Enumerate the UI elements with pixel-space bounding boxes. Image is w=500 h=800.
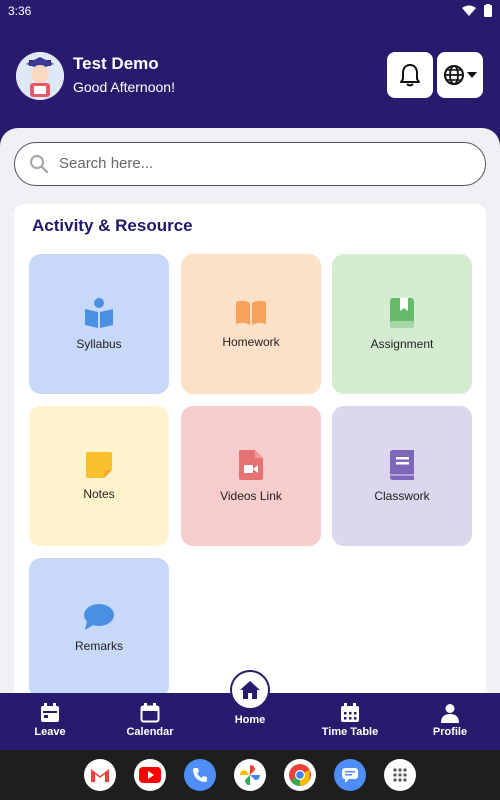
tile-label: Notes [83,487,115,501]
chrome-icon[interactable] [284,759,316,791]
photos-icon[interactable] [234,759,266,791]
open-book-icon [236,300,266,325]
tile-label: Syllabus [76,337,122,351]
reading-book-icon [85,298,113,328]
book-icon [390,450,414,480]
messages-icon[interactable] [334,759,366,791]
app-header: Test Demo Good Afternoon! [0,22,500,132]
section-title: Activity & Resource [32,216,193,235]
nav-label: Profile [432,726,468,738]
search-icon [29,154,49,174]
nav-home-label: Home [234,714,266,726]
calendar-icon [140,703,160,723]
nav-profile[interactable]: Profile [410,703,490,738]
tile-label: Remarks [74,639,123,653]
video-file-icon [239,450,263,480]
nav-label: Calendar [126,726,174,738]
user-name: Test Demo [73,54,159,73]
nav-timetable[interactable]: Time Table [310,703,390,738]
youtube-icon[interactable] [134,759,166,791]
sticky-note-icon [86,452,112,478]
chevron-down-icon [467,72,477,78]
tile-homework[interactable]: Homework [181,254,321,394]
nav-label: Time Table [321,726,379,738]
search-bar[interactable] [14,142,486,186]
phone-icon[interactable] [184,759,216,791]
activity-resource-panel: Activity & Resource Syllabus Homework As… [14,204,486,694]
system-dock [0,750,500,800]
wifi-icon [462,5,476,16]
bookmark-book-icon [390,298,414,328]
timetable-icon [341,703,359,722]
notifications-button[interactable] [387,52,433,98]
greeting-text: Good Afternoon! [73,79,175,95]
nav-home[interactable] [230,670,270,710]
tile-label: Assignment [370,337,434,351]
main-content: Activity & Resource Syllabus Homework [0,128,500,694]
battery-icon [484,4,492,17]
tile-videos-link[interactable]: Videos Link [181,406,321,546]
home-icon [240,681,260,699]
nav-calendar[interactable]: Calendar [110,703,190,738]
globe-icon [444,65,464,85]
language-selector-button[interactable] [437,52,483,98]
app-drawer-icon[interactable] [384,759,416,791]
nav-label: Leave [34,726,66,738]
nav-leave[interactable]: Leave [10,703,90,738]
tile-assignment[interactable]: Assignment [332,254,472,394]
status-bar: 3:36 [0,0,500,22]
tile-label: Videos Link [220,489,282,503]
search-input[interactable] [59,143,469,184]
chat-bubble-icon [84,604,114,630]
leave-calendar-icon [41,703,59,722]
tile-syllabus[interactable]: Syllabus [29,254,169,394]
avatar[interactable] [16,52,64,100]
status-time: 3:36 [8,4,32,18]
person-icon [441,704,459,723]
tile-notes[interactable]: Notes [29,406,169,546]
tile-label: Homework [222,335,280,349]
tile-remarks[interactable]: Remarks [29,558,169,694]
gmail-icon[interactable] [84,759,116,791]
tile-label: Classwork [374,489,430,503]
system-icons [462,4,492,17]
bell-icon [400,64,420,87]
tile-classwork[interactable]: Classwork [332,406,472,546]
